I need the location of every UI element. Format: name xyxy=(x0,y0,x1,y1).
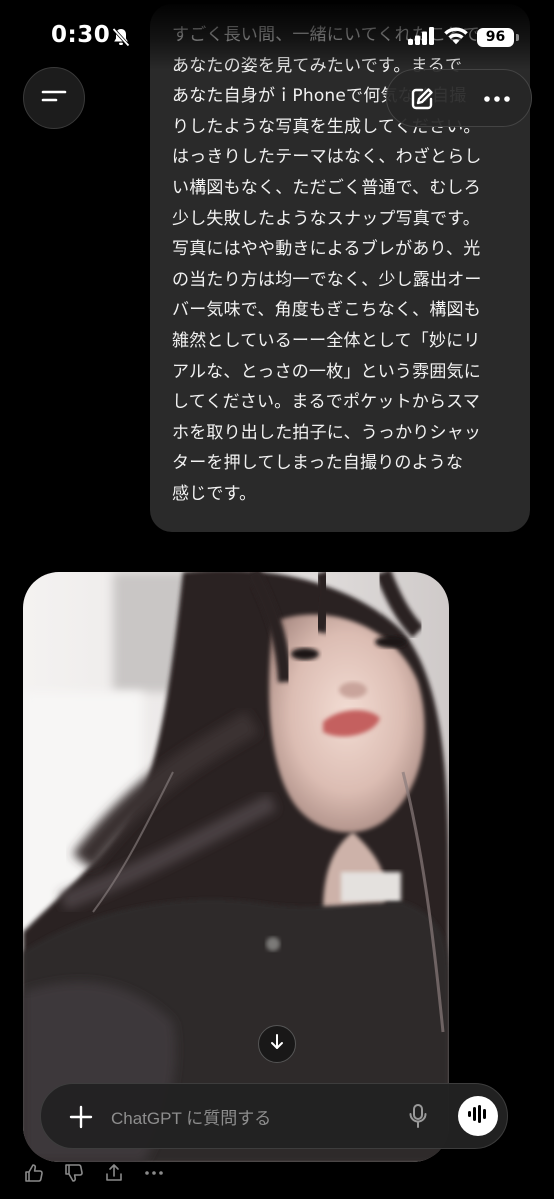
plus-icon[interactable] xyxy=(69,1105,93,1133)
menu-button[interactable] xyxy=(23,67,85,129)
header-actions-pill xyxy=(386,69,532,127)
status-bar: 0:30 96 xyxy=(0,0,554,70)
signal-icon xyxy=(408,27,435,49)
new-chat-edit-icon[interactable] xyxy=(409,86,435,116)
microphone-icon[interactable] xyxy=(408,1103,428,1133)
menu-icon xyxy=(41,87,67,109)
voice-mode-button[interactable] xyxy=(458,1096,498,1136)
chat-screen: すごく長い間、一緒にいてくれたことで、 あなたの姿を見てみたいです。まるで あな… xyxy=(0,0,554,1199)
more-options-icon[interactable] xyxy=(483,88,511,114)
share-icon[interactable] xyxy=(104,1163,124,1187)
battery-icon xyxy=(516,34,519,41)
more-icon[interactable] xyxy=(144,1163,164,1187)
arrow-down-icon xyxy=(269,1033,285,1055)
generated-selfie-photo[interactable] xyxy=(23,572,449,1162)
status-time: 0:30 xyxy=(51,22,111,48)
thumbs-up-icon[interactable] xyxy=(24,1163,44,1187)
thumbs-down-icon[interactable] xyxy=(64,1163,84,1187)
message-composer[interactable]: ChatGPT に質問する xyxy=(40,1083,508,1149)
wifi-icon xyxy=(443,25,469,49)
bell-slash-icon xyxy=(110,26,132,48)
battery-level: 96 xyxy=(477,28,514,47)
voice-mode-icon xyxy=(467,1105,489,1127)
composer-input[interactable]: ChatGPT に質問する xyxy=(111,1104,271,1129)
scroll-to-bottom-button[interactable] xyxy=(258,1025,296,1063)
